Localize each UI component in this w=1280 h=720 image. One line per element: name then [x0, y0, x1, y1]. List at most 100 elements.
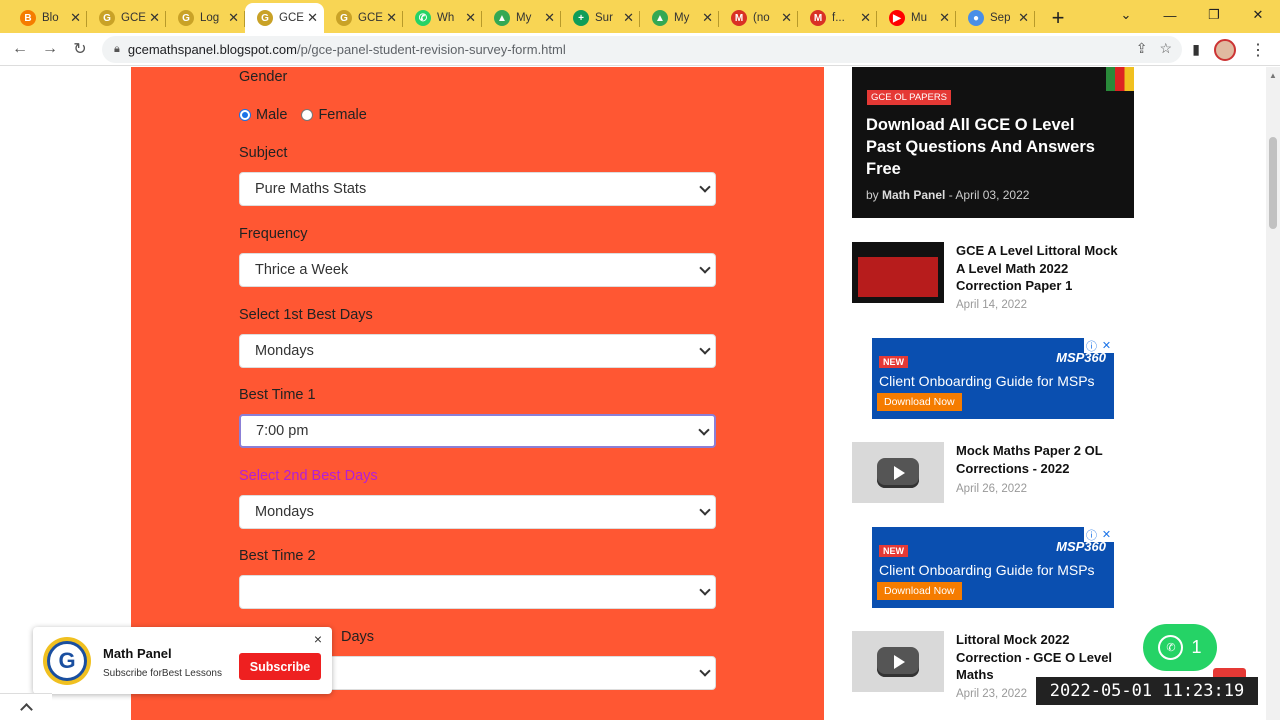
- close-tab-icon[interactable]: ✕: [860, 10, 871, 26]
- ad-text: Client Onboarding Guide for MSPs: [879, 373, 1095, 389]
- post-title[interactable]: Mock Maths Paper 2 OL Corrections - 2022: [956, 442, 1128, 477]
- scroll-up-arrow-icon[interactable]: ▲: [1269, 71, 1277, 80]
- chevron-down-icon: [699, 665, 711, 677]
- close-tab-icon[interactable]: ✕: [228, 10, 239, 26]
- post-thumbnail[interactable]: [852, 631, 944, 692]
- best-time-1-label: Best Time 1: [239, 387, 316, 403]
- ad-badge: NEW: [879, 545, 908, 557]
- ad-download-button[interactable]: Download Now: [877, 393, 962, 411]
- tab-title: Wh: [437, 12, 455, 24]
- featured-author[interactable]: Math Panel: [882, 188, 945, 202]
- browser-tab[interactable]: ▶ Mu ✕: [877, 3, 956, 33]
- bookmark-star-icon[interactable]: ☆: [1159, 40, 1172, 57]
- address-bar[interactable]: 🔒︎ gcemathspanel.blogspot.com/p/gce-pane…: [102, 36, 1182, 63]
- page-scrollbar[interactable]: ▲: [1266, 67, 1280, 720]
- best-days-2-value: Mondays: [255, 504, 314, 520]
- browser-tab[interactable]: Mf... ✕: [798, 3, 877, 33]
- close-tab-icon[interactable]: ✕: [1018, 10, 1029, 26]
- best-days-1-select[interactable]: Mondays: [239, 334, 716, 368]
- popup-close-icon[interactable]: ×: [314, 631, 322, 647]
- best-days-1-label: Select 1st Best Days: [239, 307, 373, 323]
- close-tab-icon[interactable]: ✕: [307, 10, 318, 26]
- best-days-3-label: Days: [341, 629, 375, 645]
- window-controls: ⌄ — ❐ ✕: [1104, 0, 1280, 30]
- close-tab-icon[interactable]: ✕: [781, 10, 792, 26]
- whatsapp-chat-button[interactable]: ✆ 1: [1143, 624, 1217, 671]
- minimize-button[interactable]: —: [1148, 0, 1192, 30]
- tab-title: My: [516, 12, 532, 24]
- close-window-button[interactable]: ✕: [1236, 0, 1280, 30]
- chevron-down-icon: [699, 584, 711, 596]
- featured-title[interactable]: Download All GCE O Level Past Questions …: [866, 114, 1106, 180]
- close-tab-icon[interactable]: ✕: [702, 10, 713, 26]
- ad-text: Client Onboarding Guide for MSPs: [879, 562, 1095, 578]
- tab-title: GCE: [358, 12, 383, 24]
- gmail-icon: M: [810, 10, 826, 26]
- close-tab-icon[interactable]: ✕: [465, 10, 476, 26]
- gce-logo-icon: G: [257, 10, 273, 26]
- browser-tab[interactable]: G GCE ✕: [245, 3, 324, 33]
- menu-kebab-icon[interactable]: ⋮: [1250, 40, 1266, 60]
- browser-tab[interactable]: B Blo ✕: [8, 3, 87, 33]
- play-icon: [877, 646, 919, 677]
- browser-tab[interactable]: M (no ✕: [719, 3, 798, 33]
- featured-post[interactable]: GCE OL PAPERS Download All GCE O Level P…: [852, 67, 1134, 218]
- best-time-2-label: Best Time 2: [239, 548, 316, 564]
- drive-icon: ▲: [652, 10, 668, 26]
- sidebar-post[interactable]: Mock Maths Paper 2 OL Corrections - 2022…: [852, 442, 1134, 522]
- subscribe-button[interactable]: Subscribe: [239, 653, 321, 680]
- back-arrow-icon[interactable]: ←: [5, 34, 35, 64]
- ad-banner[interactable]: ⓘ ✕ NEW MSP360 Client Onboarding Guide fo…: [872, 527, 1114, 608]
- frequency-select[interactable]: Thrice a Week: [239, 253, 716, 287]
- restore-button[interactable]: ❐: [1192, 0, 1236, 30]
- side-panel-icon[interactable]: ▮: [1192, 41, 1200, 58]
- browser-tab[interactable]: G Log ✕: [166, 3, 245, 33]
- close-tab-icon[interactable]: ✕: [70, 10, 81, 26]
- female-radio[interactable]: [301, 109, 314, 121]
- browser-tab[interactable]: ✆ Wh ✕: [403, 3, 482, 33]
- tab-title: Sep: [990, 12, 1011, 24]
- ad-brand: MSP360: [1056, 539, 1106, 554]
- reload-icon[interactable]: ↻: [65, 34, 95, 64]
- close-tab-icon[interactable]: ✕: [149, 10, 160, 26]
- share-icon[interactable]: ⇪: [1136, 40, 1148, 57]
- close-tab-icon[interactable]: ✕: [386, 10, 397, 26]
- tab-title: My: [674, 12, 690, 24]
- post-title[interactable]: Littoral Mock 2022 Correction - GCE O Le…: [956, 631, 1128, 684]
- browser-tab[interactable]: ▲ My ✕: [640, 3, 719, 33]
- post-title[interactable]: GCE A Level Littoral Mock A Level Math 2…: [956, 242, 1128, 295]
- browser-tab[interactable]: ● Sep ✕: [956, 3, 1035, 33]
- expand-up-button[interactable]: [0, 693, 52, 720]
- new-tab-button[interactable]: +: [1043, 3, 1073, 33]
- close-tab-icon[interactable]: ✕: [544, 10, 555, 26]
- subject-label: Subject: [239, 145, 288, 161]
- forward-arrow-icon[interactable]: →: [35, 34, 65, 64]
- browser-tab[interactable]: ▲ My ✕: [482, 3, 561, 33]
- close-tab-icon[interactable]: ✕: [623, 10, 634, 26]
- profile-avatar[interactable]: [1214, 38, 1236, 61]
- post-thumbnail[interactable]: [852, 242, 944, 303]
- male-radio[interactable]: [239, 109, 251, 121]
- browser-tab[interactable]: + Sur ✕: [561, 3, 640, 33]
- best-days-2-label: Select 2nd Best Days: [239, 468, 378, 484]
- best-days-2-select[interactable]: Mondays: [239, 495, 716, 529]
- subject-select[interactable]: Pure Maths Stats: [239, 172, 716, 206]
- gce-logo-icon: G: [47, 641, 87, 681]
- scrollbar-thumb[interactable]: [1269, 137, 1277, 229]
- browser-tab[interactable]: G GCE ✕: [87, 3, 166, 33]
- ad-banner[interactable]: ⓘ ✕ NEW MSP360 Client Onboarding Guide fo…: [872, 338, 1114, 419]
- browser-tab[interactable]: G GCE ✕: [324, 3, 403, 33]
- gender-label: Gender: [239, 69, 288, 85]
- ad-download-button[interactable]: Download Now: [877, 582, 962, 600]
- tab-search-icon[interactable]: ⌄: [1104, 0, 1148, 30]
- ad-brand: MSP360: [1056, 350, 1106, 365]
- close-tab-icon[interactable]: ✕: [939, 10, 950, 26]
- post-thumbnail[interactable]: [852, 442, 944, 503]
- drive-icon: ▲: [494, 10, 510, 26]
- best-time-2-select[interactable]: [239, 575, 716, 609]
- sidebar-post[interactable]: GCE A Level Littoral Mock A Level Math 2…: [852, 242, 1134, 322]
- whatsapp-badge-count: 1: [1191, 637, 1202, 657]
- frequency-value: Thrice a Week: [255, 262, 349, 278]
- featured-category[interactable]: GCE OL PAPERS: [867, 90, 952, 105]
- best-time-1-select[interactable]: 7:00 pm: [239, 414, 716, 448]
